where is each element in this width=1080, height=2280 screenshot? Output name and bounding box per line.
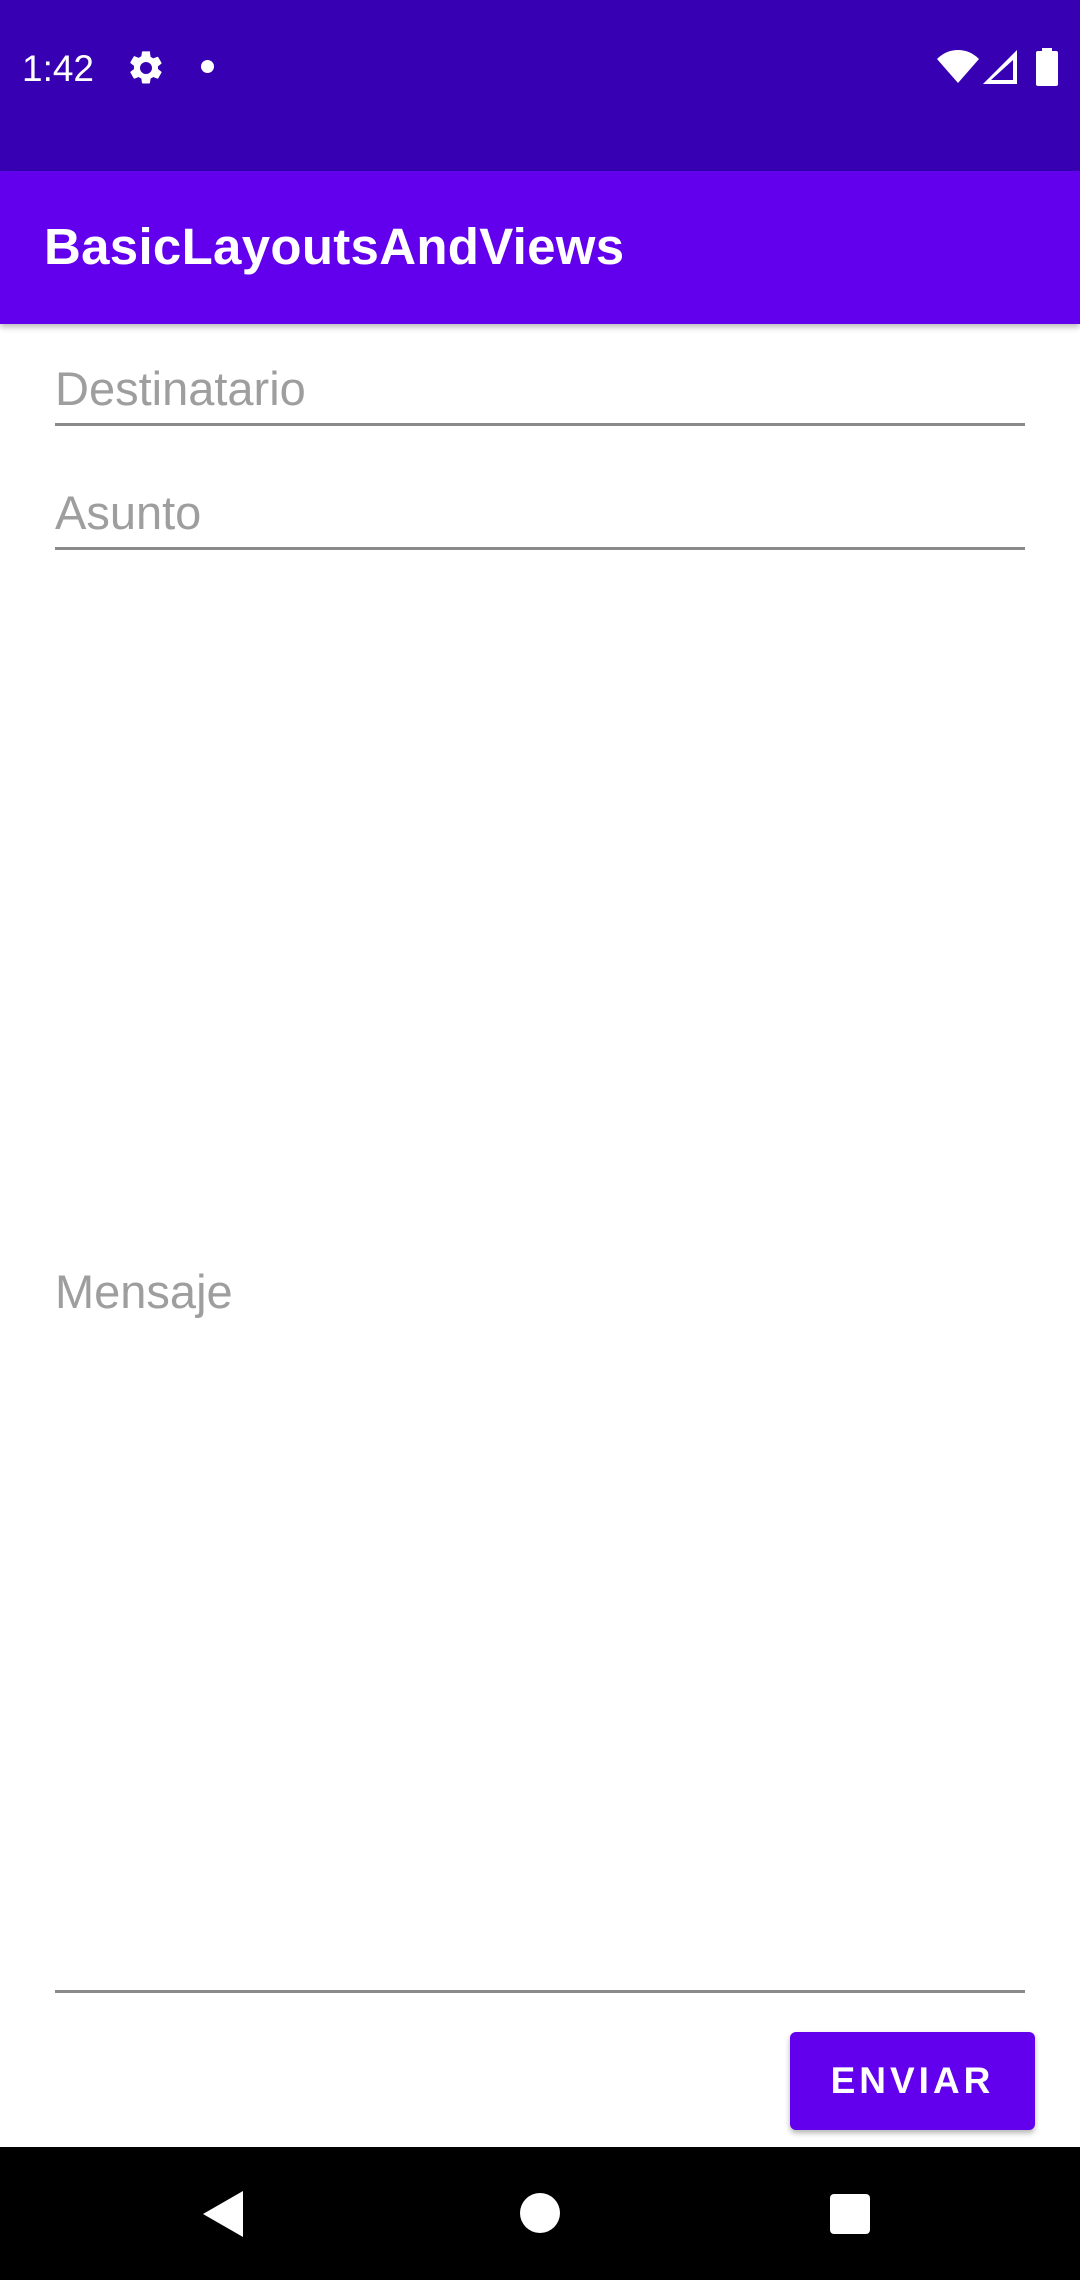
subject-input[interactable] bbox=[55, 476, 1025, 546]
signal-icon bbox=[983, 50, 1017, 84]
send-button[interactable]: ENVIAR bbox=[790, 2032, 1035, 2130]
message-field-container[interactable] bbox=[55, 590, 1025, 1993]
back-icon[interactable] bbox=[203, 2191, 243, 2237]
message-input[interactable] bbox=[55, 1262, 1025, 1332]
gear-icon bbox=[130, 51, 162, 84]
home-icon[interactable] bbox=[520, 2193, 560, 2233]
recents-icon[interactable] bbox=[830, 2194, 870, 2234]
app-bar: BasicLayoutsAndViews bbox=[0, 171, 1080, 324]
wifi-icon bbox=[937, 50, 979, 83]
status-time: 1:42 bbox=[22, 48, 95, 89]
app-title: BasicLayoutsAndViews bbox=[44, 218, 625, 275]
navigation-bar bbox=[0, 2147, 1080, 2280]
recipient-input[interactable] bbox=[55, 352, 1025, 422]
recipient-field-container bbox=[55, 352, 1025, 426]
notification-dot-icon bbox=[201, 60, 214, 73]
subject-field-container bbox=[55, 476, 1025, 550]
status-bar: 1:42 bbox=[0, 0, 1080, 171]
battery-icon bbox=[1036, 48, 1058, 86]
